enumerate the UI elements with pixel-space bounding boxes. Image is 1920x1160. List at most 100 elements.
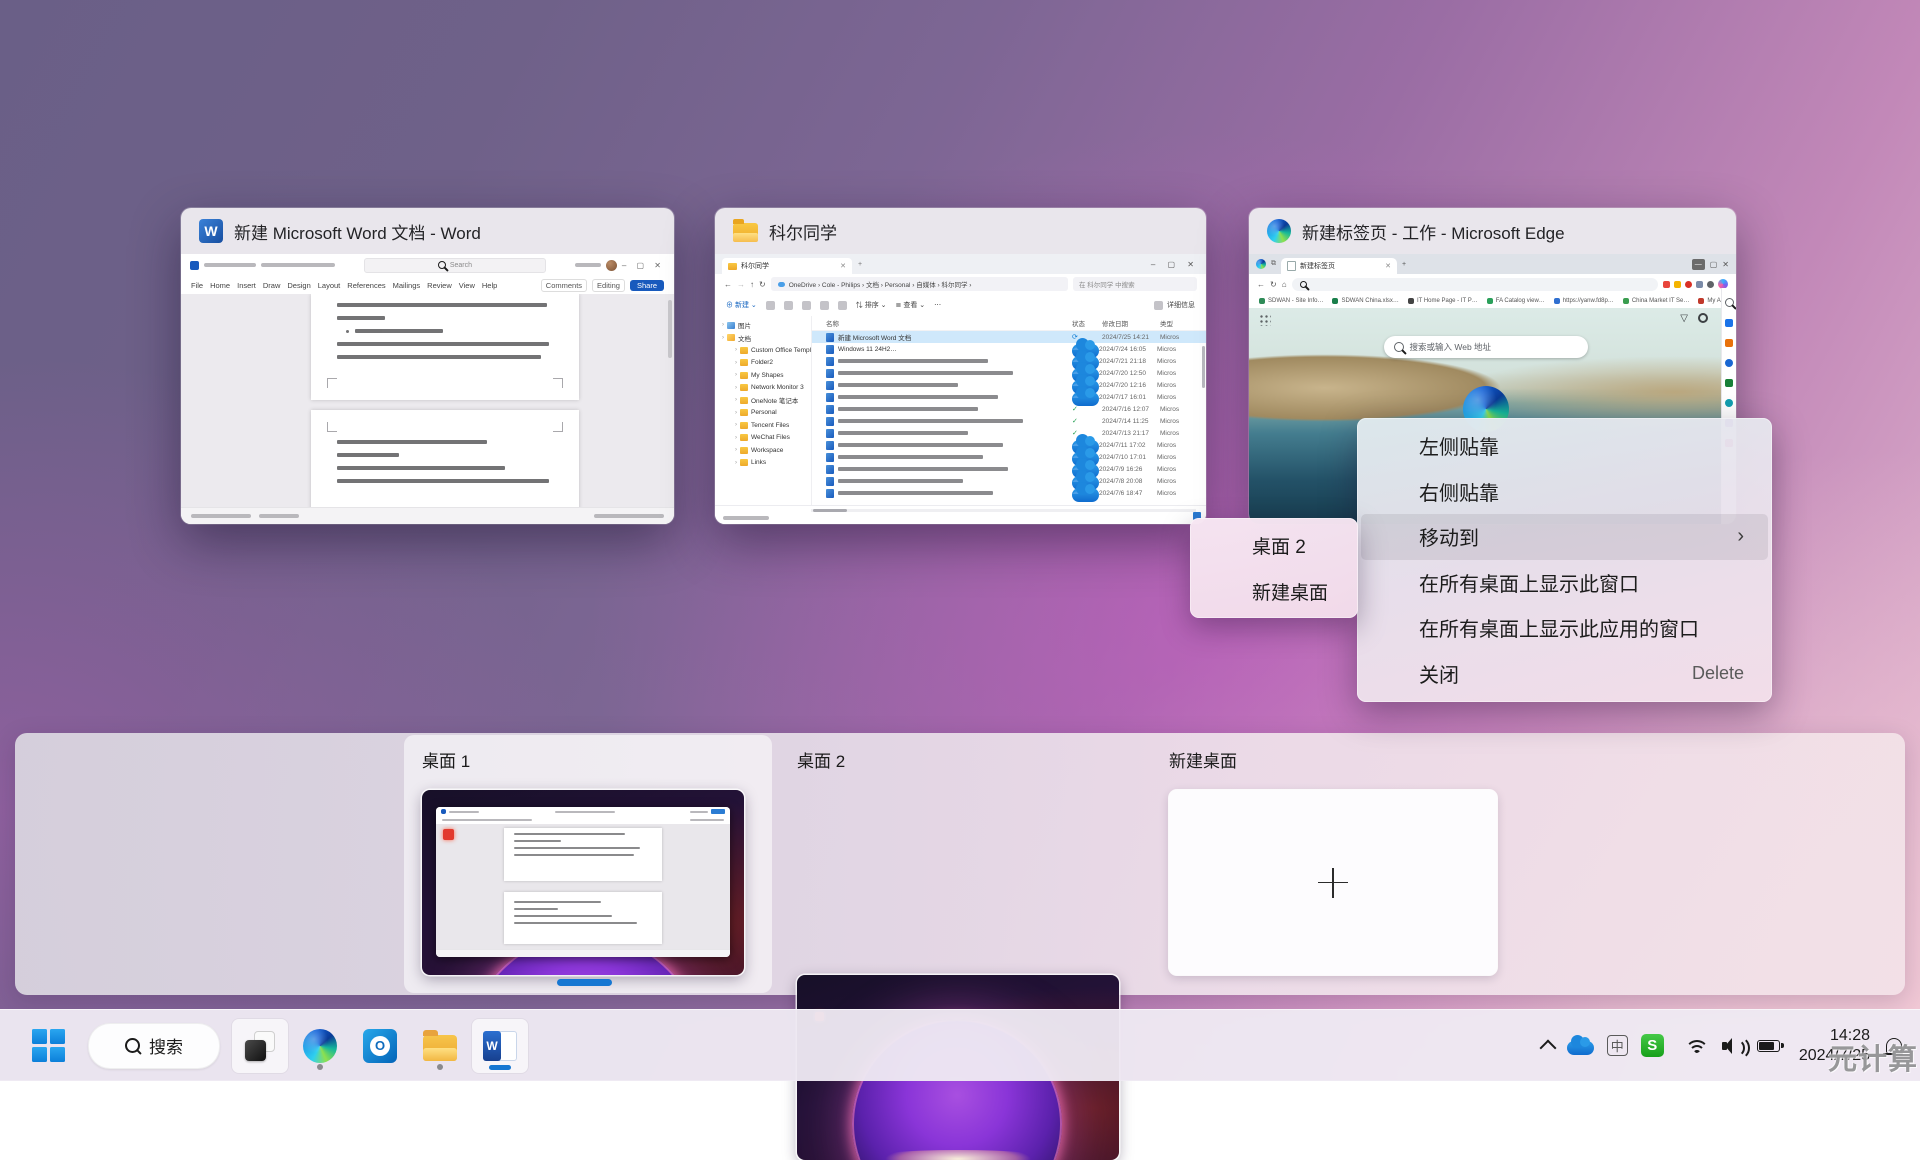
taskbar-outlook-button[interactable]: O: [352, 1019, 408, 1073]
explorer-sidebar-item: ›WeChat Files: [715, 432, 811, 445]
menu-item-show-app-windows-on-all-desktops[interactable]: 在所有桌面上显示此应用的窗口: [1361, 605, 1768, 651]
taskbar-explorer-button[interactable]: [412, 1019, 468, 1073]
forward-icon: →: [737, 280, 745, 289]
word-doc-icon: [826, 393, 834, 402]
explorer-file-row[interactable]: ☁2024/7/17 16:01Micros: [812, 391, 1206, 403]
minimize-icon: —: [1692, 259, 1705, 270]
menu-item-snap-left[interactable]: 左侧贴靠: [1361, 423, 1768, 469]
edge-app-icon: [1267, 219, 1291, 243]
menu-item-close[interactable]: 关闭Delete: [1361, 651, 1768, 697]
edge-toolbar-icons: [1663, 279, 1728, 289]
sidebar-icon: [1725, 319, 1733, 327]
word-share-button: Share: [630, 280, 664, 291]
window-word-titlebar: W 新建 Microsoft Word 文档 - Word: [181, 208, 674, 254]
sidebar-icon: [1725, 379, 1733, 387]
new-tab-icon: +: [1402, 261, 1406, 268]
submenu-chevron-icon: ›: [1737, 525, 1744, 548]
explorer-file-area: 名称 状态 修改日期 类型 新建 Microsoft Word 文档⟳2024/…: [812, 316, 1206, 506]
submenu-item-new-desktop[interactable]: 新建桌面: [1194, 568, 1354, 614]
folder-icon: [728, 263, 737, 270]
explorer-file-row[interactable]: 新建 Microsoft Word 文档⟳2024/7/25 14:21Micr…: [812, 331, 1206, 343]
explorer-file-row[interactable]: ☁2024/7/10 17:01Micros: [812, 451, 1206, 463]
explorer-file-row[interactable]: ✓2024/7/14 11:25Micros: [812, 415, 1206, 427]
window-word[interactable]: W 新建 Microsoft Word 文档 - Word Search – ▢…: [181, 208, 674, 524]
explorer-file-row[interactable]: ☁2024/7/20 12:16Micros: [812, 379, 1206, 391]
taskbar-word-button[interactable]: W: [472, 1019, 528, 1073]
battery-icon[interactable]: [1757, 1040, 1780, 1052]
favicon: [1623, 298, 1629, 304]
explorer-sidebar-item: ›Folder2: [715, 357, 811, 370]
onedrive-icon[interactable]: [1567, 1041, 1594, 1055]
tray-chevron-up-icon[interactable]: [1539, 1040, 1556, 1057]
word-document-name: [261, 263, 335, 267]
taskbar-edge-button[interactable]: [292, 1019, 348, 1073]
word-avatar: [606, 260, 617, 271]
favicon: [1698, 298, 1704, 304]
menu-item-show-on-all-desktops[interactable]: 在所有桌面上显示此窗口: [1361, 560, 1768, 606]
word-page-2: [311, 410, 579, 508]
menu-item-move-to[interactable]: 移动到›: [1361, 514, 1768, 560]
taskbar-search-button[interactable]: 搜索: [88, 1023, 220, 1069]
word-document-canvas: [181, 294, 674, 508]
extension-icon: [1674, 281, 1681, 288]
more-button: ⋯: [934, 301, 941, 309]
word-comments-button: Comments: [541, 279, 587, 292]
explorer-file-row[interactable]: ☁2024/7/11 17:02Micros: [812, 439, 1206, 451]
window-word-title: 新建 Microsoft Word 文档 - Word: [234, 219, 481, 244]
favicon: [1259, 298, 1265, 304]
ribbon-tab: Help: [482, 281, 497, 290]
wifi-icon[interactable]: [1685, 1037, 1709, 1054]
new-button: ⊕ 新建 ⌄: [726, 300, 757, 310]
explorer-sidebar-item: ›My Shapes: [715, 369, 811, 382]
explorer-file-row[interactable]: ☁2024/7/6 18:47Micros: [812, 487, 1206, 499]
menu-item-snap-right[interactable]: 右侧贴靠: [1361, 469, 1768, 515]
explorer-address-row: ← → ↑ ↻ OneDrive › Cole - Philips › 文档 ›…: [715, 274, 1206, 294]
explorer-file-row[interactable]: ✓2024/7/13 21:17Micros: [812, 427, 1206, 439]
folder-app-icon: [733, 223, 758, 242]
sidebar-icon: [1725, 339, 1733, 347]
desktops-bar: 桌面 1 桌面 2: [15, 733, 1905, 995]
explorer-file-row[interactable]: ☁2024/7/21 21:18Micros: [812, 355, 1206, 367]
breadcrumb: OneDrive › Cole - Philips › 文档 › Persona…: [771, 277, 1068, 291]
task-view-screen: W 新建 Microsoft Word 文档 - Word Search – ▢…: [0, 0, 1920, 1080]
task-view-button[interactable]: [232, 1019, 288, 1073]
word-page-1: [311, 294, 579, 400]
window-explorer-thumbnail[interactable]: 科尔同学 ✕ + – ▢ ✕ ← → ↑ ↻ OneDrive › Cole -…: [715, 254, 1206, 524]
volume-icon[interactable]: [1722, 1038, 1744, 1054]
sogou-input-icon[interactable]: S: [1641, 1034, 1664, 1057]
up-icon: ↑: [750, 280, 754, 289]
horizontal-scrollbar: [813, 509, 847, 512]
explorer-file-row[interactable]: Windows 11 24H2…☁2024/7/24 16:05Micros: [812, 343, 1206, 355]
start-button[interactable]: [20, 1019, 76, 1073]
close-icon: ✕: [1722, 260, 1729, 269]
explorer-status-bar: [715, 505, 1206, 524]
explorer-file-list: 新建 Microsoft Word 文档⟳2024/7/25 14:21Micr…: [812, 331, 1206, 499]
explorer-file-row[interactable]: ☁2024/7/20 12:50Micros: [812, 367, 1206, 379]
window-explorer[interactable]: 科尔同学 科尔同学 ✕ + – ▢ ✕ ← → ↑ ↻ OneDrive › C: [715, 208, 1206, 524]
word-doc-icon: [826, 465, 834, 474]
window-context-menu: 左侧贴靠 右侧贴靠 移动到› 在所有桌面上显示此窗口 在所有桌面上显示此应用的窗…: [1357, 418, 1772, 702]
favorite-item: SDWAN China.xlsx…: [1332, 298, 1398, 304]
rename-icon: [820, 301, 829, 310]
ribbon-tab: Review: [427, 281, 452, 290]
word-doc-icon: [826, 453, 834, 462]
explorer-file-row[interactable]: ☁2024/7/9 16:26Micros: [812, 463, 1206, 475]
onedrive-icon: [778, 282, 785, 287]
explorer-sidebar-item: ›Network Monitor 3: [715, 382, 811, 395]
window-word-thumbnail[interactable]: Search – ▢ ✕ FileHomeInsertDrawDesignLay…: [181, 254, 674, 524]
windows-logo-icon: [32, 1029, 65, 1062]
ime-language-icon[interactable]: 中: [1607, 1035, 1628, 1056]
word-search-box: Search: [364, 258, 546, 273]
sidebar-icon: [1725, 359, 1733, 367]
submenu-item-desktop-2[interactable]: 桌面 2: [1194, 522, 1354, 568]
favicon: [1408, 298, 1414, 304]
ribbon-tab: Draw: [263, 281, 281, 290]
taskbar: 搜索 O W 中 S 14:28 2024/7/25: [0, 1009, 1920, 1081]
explorer-tab-row: 科尔同学 ✕ + – ▢ ✕: [715, 254, 1206, 274]
explorer-file-row[interactable]: ✓2024/7/16 12:07Micros: [812, 403, 1206, 415]
plus-icon: [1318, 868, 1348, 898]
delete-icon: [838, 301, 847, 310]
desktop-1-thumbnail[interactable]: [422, 790, 744, 975]
new-desktop-button[interactable]: [1169, 790, 1497, 975]
explorer-file-row[interactable]: ☁2024/7/8 20:08Micros: [812, 475, 1206, 487]
